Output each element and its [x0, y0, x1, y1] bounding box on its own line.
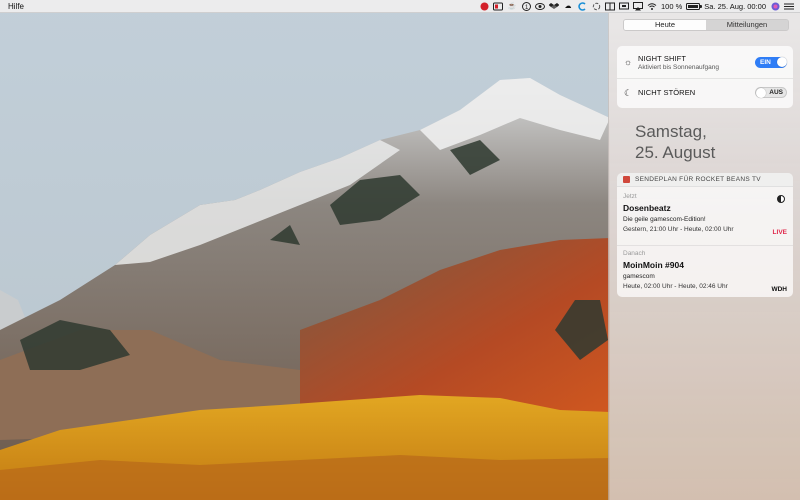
- notification-center: Heute Mitteilungen ☼ NIGHT SHIFT Aktivie…: [608, 13, 800, 500]
- battery-percent[interactable]: 100 %: [661, 0, 682, 13]
- schedule-entry[interactable]: Danach MoinMoin #904 gamescom Heute, 02:…: [617, 245, 793, 293]
- menu-bar: Hilfe ☕ 1 ☁ 100 % Sa. 25. Aug. 00:00: [0, 0, 800, 13]
- battery-icon[interactable]: [686, 2, 703, 10]
- widget-header: SENDEPLAN FÜR ROCKET BEANS TV: [617, 173, 793, 187]
- siri-icon[interactable]: [770, 2, 780, 11]
- sync-icon[interactable]: [591, 2, 601, 11]
- screen-icon[interactable]: [493, 2, 503, 11]
- c-icon[interactable]: [577, 1, 587, 11]
- half-moon-icon: [777, 195, 785, 203]
- do-not-disturb-title: NICHT STÖREN: [638, 88, 696, 97]
- entry-time: Heute, 02:00 Uhr - Heute, 02:46 Uhr: [623, 283, 728, 290]
- dropbox-icon[interactable]: [549, 2, 559, 11]
- airplay-icon[interactable]: [633, 1, 643, 11]
- wifi-icon[interactable]: [647, 2, 657, 11]
- rerun-badge: WDH: [771, 286, 787, 293]
- toggle-knob: [756, 88, 766, 98]
- widget-title: SENDEPLAN FÜR ROCKET BEANS TV: [635, 176, 761, 183]
- red-record-icon[interactable]: [479, 2, 489, 11]
- one-icon[interactable]: 1: [521, 1, 531, 11]
- cloud-icon[interactable]: ☁: [563, 2, 573, 11]
- night-shift-row: ☼ NIGHT SHIFT Aktiviert bis Sonnenaufgan…: [617, 48, 793, 76]
- toggle-knob: [776, 57, 787, 67]
- date-weekday: Samstag,: [635, 122, 707, 141]
- entry-when: Danach: [623, 250, 646, 257]
- night-shift-subtitle: Aktiviert bis Sonnenaufgang: [638, 63, 719, 71]
- split-window-icon[interactable]: [605, 2, 615, 11]
- date-day-month: 25. August: [635, 143, 716, 162]
- rocket-beans-schedule-widget[interactable]: SENDEPLAN FÜR ROCKET BEANS TV Jetzt Dose…: [617, 173, 793, 297]
- night-shift-toggle-label: EIN: [760, 58, 771, 66]
- entry-description: gamescom: [623, 273, 655, 280]
- entry-time: Gestern, 21:00 Uhr - Heute, 02:00 Uhr: [623, 226, 734, 233]
- rocket-beans-app-icon: [623, 176, 630, 183]
- sun-icon: ☼: [623, 57, 633, 67]
- do-not-disturb-toggle[interactable]: AUS: [755, 87, 787, 98]
- tab-notifications[interactable]: Mitteilungen: [706, 20, 788, 30]
- night-shift-toggle[interactable]: EIN: [755, 56, 787, 68]
- entry-when: Jetzt: [623, 193, 637, 200]
- list-icon[interactable]: [784, 2, 794, 11]
- eye-icon[interactable]: [535, 2, 545, 11]
- live-badge: LIVE: [772, 229, 787, 236]
- nc-tab-control: Heute Mitteilungen: [623, 19, 789, 31]
- today-date: Samstag, 25. August: [635, 121, 715, 163]
- battery-level-fill: [688, 4, 699, 8]
- moon-icon: ☾: [623, 87, 633, 98]
- schedule-entry[interactable]: Jetzt Dosenbeatz Die geile gamescom-Edit…: [617, 193, 793, 236]
- menu-help[interactable]: Hilfe: [0, 0, 32, 13]
- menubar-clock[interactable]: Sa. 25. Aug. 00:00: [704, 0, 766, 13]
- night-shift-title: NIGHT SHIFT: [638, 53, 687, 63]
- entry-show-title: Dosenbeatz: [623, 203, 671, 213]
- cup-icon[interactable]: ☕: [507, 2, 517, 11]
- tab-today[interactable]: Heute: [624, 20, 706, 30]
- display-icon[interactable]: [619, 2, 629, 11]
- quick-toggles-panel: ☼ NIGHT SHIFT Aktiviert bis Sonnenaufgan…: [617, 46, 793, 108]
- do-not-disturb-row: ☾ NICHT STÖREN AUS: [617, 78, 793, 106]
- entry-description: Die geile gamescom-Edition!: [623, 216, 706, 223]
- entry-show-title: MoinMoin #904: [623, 260, 684, 270]
- status-area: ☕ 1 ☁ 100 % Sa. 25. Aug. 00:00: [479, 0, 800, 13]
- do-not-disturb-toggle-label: AUS: [769, 89, 783, 96]
